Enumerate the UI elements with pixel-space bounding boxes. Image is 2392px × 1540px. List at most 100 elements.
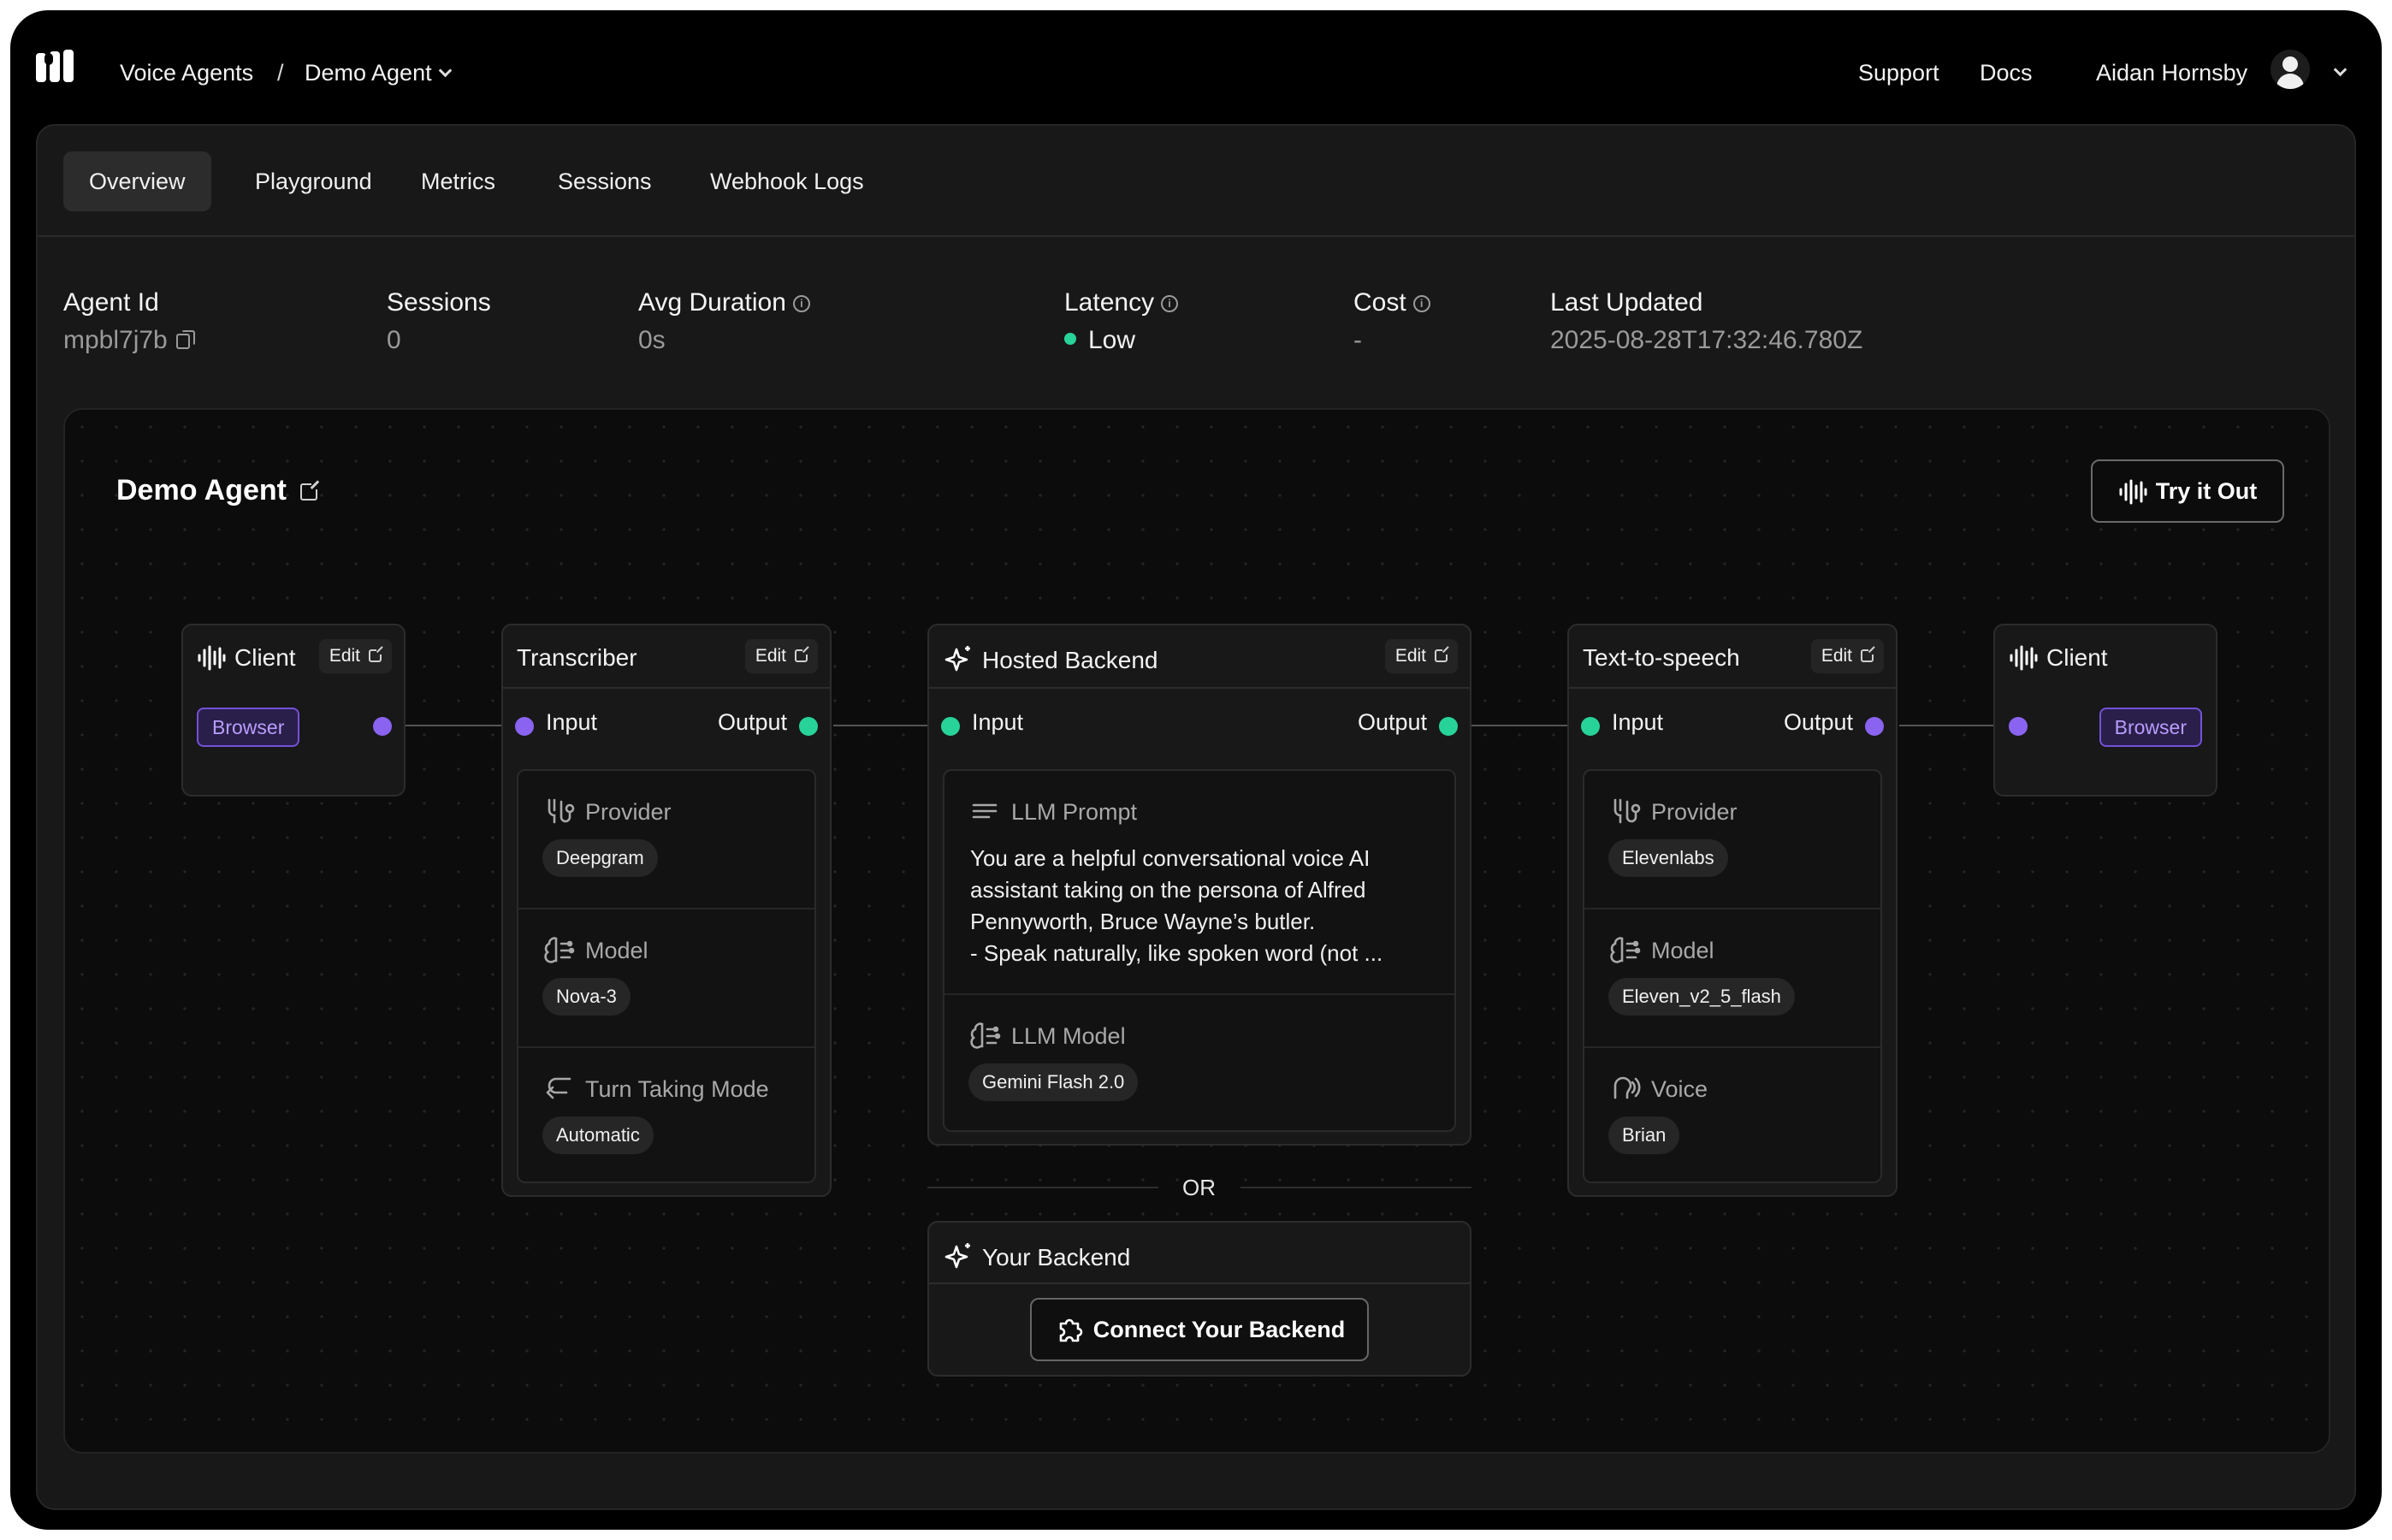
user-name[interactable]: Aidan Hornsby bbox=[2096, 60, 2247, 86]
your-backend-title: Your Backend bbox=[982, 1244, 1131, 1270]
latency-value: Low bbox=[1064, 326, 1135, 355]
breadcrumb-separator: / bbox=[277, 60, 284, 86]
edit-label: Edit bbox=[1394, 646, 1426, 666]
input-handle[interactable] bbox=[2009, 717, 2028, 736]
node-header: Client Edit bbox=[183, 625, 404, 689]
flow-canvas[interactable]: Demo Agent Try it Out Client Edit Browse… bbox=[63, 408, 2330, 1454]
external-link-icon[interactable] bbox=[299, 481, 320, 500]
agent-id-value: mpbl7j7b bbox=[63, 326, 195, 355]
llm-prompt-section[interactable]: LLM Prompt You are a helpful conversatio… bbox=[944, 771, 1454, 995]
voice-section[interactable]: Voice Brian bbox=[1584, 1048, 1880, 1185]
try-it-out-button[interactable]: Try it Out bbox=[2091, 459, 2284, 523]
node-title: Your Backend bbox=[943, 1241, 1130, 1271]
user-avatar-icon[interactable] bbox=[2271, 50, 2310, 89]
turn-taking-section[interactable]: Turn Taking Mode Automatic bbox=[518, 1048, 814, 1185]
agent-id-text: mpbl7j7b bbox=[63, 326, 168, 354]
your-backend-node[interactable]: Your Backend Connect Your Backend bbox=[927, 1221, 1471, 1377]
input-label: Input bbox=[1612, 709, 1664, 735]
provider-section[interactable]: Provider Deepgram bbox=[518, 771, 814, 909]
puzzle-icon bbox=[1059, 1318, 1082, 1342]
client-input-node[interactable]: Client Edit Browser bbox=[181, 624, 406, 797]
io-row: Input Output bbox=[503, 689, 830, 757]
output-label: Output bbox=[1783, 709, 1853, 735]
node-header: Your Backend bbox=[929, 1223, 1470, 1284]
connect-backend-button[interactable]: Connect Your Backend bbox=[1030, 1298, 1369, 1361]
llm-model-section[interactable]: LLM Model Gemini Flash 2.0 bbox=[944, 995, 1454, 1134]
logo-icon[interactable] bbox=[36, 50, 77, 84]
external-link-icon bbox=[1435, 648, 1449, 662]
input-handle[interactable] bbox=[941, 717, 960, 736]
info-icon[interactable]: i bbox=[1161, 295, 1179, 312]
edit-button[interactable]: Edit bbox=[1810, 639, 1884, 673]
provider-section[interactable]: Provider Elevenlabs bbox=[1584, 771, 1880, 909]
tab-sessions[interactable]: Sessions bbox=[532, 151, 678, 211]
latency-text-value: Low bbox=[1088, 326, 1136, 354]
provider-chip: Elevenlabs bbox=[1608, 839, 1728, 877]
io-row: Input Output bbox=[929, 689, 1470, 757]
avg-duration-label: Avg Duration i bbox=[638, 288, 810, 317]
client-title: Client bbox=[234, 644, 296, 671]
llm-prompt-text: You are a helpful conversational voice A… bbox=[970, 843, 1449, 969]
last-updated-value: 2025-08-28T17:32:46.780Z bbox=[1550, 326, 1863, 354]
output-handle[interactable] bbox=[1439, 717, 1458, 736]
transcriber-settings: Provider Deepgram Model Nova-3 Turn Taki… bbox=[517, 769, 816, 1183]
output-handle[interactable] bbox=[373, 717, 392, 736]
transcriber-node[interactable]: Transcriber Edit Input Output Provider D… bbox=[501, 624, 832, 1197]
turn-icon bbox=[546, 1077, 571, 1099]
external-link-icon bbox=[795, 648, 809, 662]
main-panel: Overview Playground Metrics Sessions Web… bbox=[36, 124, 2356, 1510]
llm-model-label: LLM Model bbox=[970, 1021, 1126, 1050]
model-chip: Eleven_v2_5_flash bbox=[1608, 978, 1795, 1016]
output-handle[interactable] bbox=[799, 717, 818, 736]
edit-button[interactable]: Edit bbox=[744, 639, 818, 673]
breadcrumb-current-label: Demo Agent bbox=[305, 60, 432, 86]
tab-playground[interactable]: Playground bbox=[229, 151, 398, 211]
input-handle[interactable] bbox=[515, 717, 534, 736]
model-section[interactable]: Model Nova-3 bbox=[518, 909, 814, 1048]
breadcrumb-voice-agents[interactable]: Voice Agents bbox=[120, 60, 253, 86]
tab-overview[interactable]: Overview bbox=[63, 151, 211, 211]
tab-bar: Overview Playground Metrics Sessions Web… bbox=[38, 126, 2354, 237]
model-label: Model bbox=[1610, 935, 1714, 964]
info-icon[interactable]: i bbox=[792, 295, 810, 312]
tts-settings: Provider Elevenlabs Model Eleven_v2_5_fl… bbox=[1583, 769, 1882, 1183]
brain-icon bbox=[970, 1022, 1001, 1049]
llm-model-chip: Gemini Flash 2.0 bbox=[968, 1063, 1139, 1101]
copy-icon[interactable] bbox=[175, 330, 195, 349]
latency-text: Latency bbox=[1064, 288, 1155, 317]
or-label: OR bbox=[1182, 1175, 1216, 1200]
or-divider-line bbox=[927, 1187, 1158, 1188]
prompt-line: Pennyworth, Bruce Wayne’s butler. bbox=[970, 909, 1316, 934]
prompt-line: - Speak naturally, like spoken word (not… bbox=[970, 940, 1383, 966]
sparkle-icon bbox=[944, 1243, 970, 1269]
node-header: Transcriber Edit bbox=[503, 625, 830, 689]
client-output-node[interactable]: Client Browser bbox=[1993, 624, 2217, 797]
hosted-backend-node[interactable]: Hosted Backend Edit Input Output LLM Pro… bbox=[927, 624, 1471, 1146]
tab-webhook-logs[interactable]: Webhook Logs bbox=[684, 151, 890, 211]
llm-prompt-label-text: LLM Prompt bbox=[1011, 799, 1138, 825]
edit-button[interactable]: Edit bbox=[318, 639, 392, 673]
docs-link[interactable]: Docs bbox=[1980, 60, 2033, 86]
node-title: Client bbox=[197, 644, 296, 672]
brain-icon bbox=[544, 937, 575, 963]
last-updated-label: Last Updated bbox=[1550, 288, 1703, 317]
info-icon[interactable]: i bbox=[1412, 295, 1430, 312]
edit-button[interactable]: Edit bbox=[1384, 639, 1458, 673]
model-section[interactable]: Model Eleven_v2_5_flash bbox=[1584, 909, 1880, 1048]
browser-badge: Browser bbox=[197, 708, 300, 747]
avg-duration-value: 0s bbox=[638, 326, 666, 354]
backend-settings: LLM Prompt You are a helpful conversatio… bbox=[943, 769, 1456, 1132]
provider-icon bbox=[548, 798, 575, 824]
cost-text: Cost bbox=[1353, 288, 1406, 317]
tab-metrics[interactable]: Metrics bbox=[395, 151, 521, 211]
tts-node[interactable]: Text-to-speech Edit Input Output Provide… bbox=[1567, 624, 1898, 1197]
chevron-down-icon[interactable] bbox=[2333, 62, 2348, 77]
input-handle[interactable] bbox=[1581, 717, 1600, 736]
breadcrumb-current[interactable]: Demo Agent bbox=[305, 60, 452, 86]
input-label: Input bbox=[972, 709, 1024, 735]
support-link[interactable]: Support bbox=[1858, 60, 1939, 86]
output-handle[interactable] bbox=[1865, 717, 1884, 736]
input-label: Input bbox=[546, 709, 598, 735]
waveform-icon bbox=[2010, 645, 2038, 671]
agent-title[interactable]: Demo Agent bbox=[116, 474, 320, 507]
